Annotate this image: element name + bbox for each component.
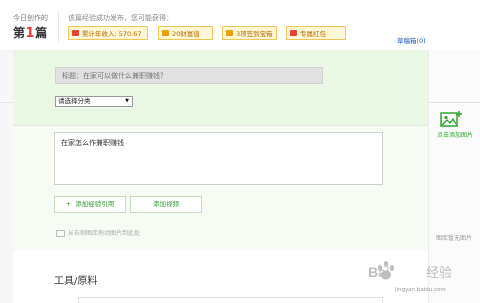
upload-hint: 从右侧图库拖动图片到此处 bbox=[56, 228, 140, 237]
category-select[interactable]: 请选择分类 ▼ bbox=[55, 96, 133, 107]
money-bag-icon bbox=[72, 30, 79, 36]
reward-income-label: 累计年收入: 570.67 bbox=[82, 30, 142, 38]
watermark-url: jingyan.baidu.com bbox=[395, 287, 446, 293]
treasure-box-icon bbox=[226, 30, 233, 36]
today-count-number: 1 bbox=[25, 26, 36, 41]
tools-input-box[interactable] bbox=[78, 297, 383, 303]
category-select-value: 请选择分类 bbox=[58, 97, 91, 105]
upload-hint-text: 从右侧图库拖动图片到此处 bbox=[68, 230, 141, 237]
add-video-label: 添加视频 bbox=[153, 200, 179, 208]
add-video-button[interactable]: 添加视频 bbox=[130, 196, 202, 213]
reward-box-badge: 3项签到宝箱 bbox=[222, 26, 277, 40]
reward-intro: 该篇经验成功发布，您可能获得： bbox=[68, 14, 173, 22]
left-divider bbox=[0, 102, 13, 103]
intro-textarea[interactable]: 在家怎么作兼职赚钱 bbox=[54, 132, 383, 185]
watermark-brand-cn: 经验 bbox=[426, 265, 452, 281]
reward-redpacket-badge: 专属红包 bbox=[286, 26, 346, 40]
chevron-down-icon: ▼ bbox=[125, 98, 129, 104]
add-reference-label: 添加经验引用 bbox=[75, 200, 115, 208]
camera-icon bbox=[56, 230, 65, 237]
reward-box-label: 3项签到宝箱 bbox=[236, 30, 273, 38]
reward-redpacket-label: 专属红包 bbox=[300, 30, 326, 38]
today-count-suffix: 篇 bbox=[35, 26, 48, 40]
today-count: 第1篇 bbox=[13, 24, 48, 41]
coin-icon bbox=[162, 30, 169, 36]
image-library-divider bbox=[428, 102, 480, 103]
reward-coins-badge: 20财富值 bbox=[158, 26, 213, 40]
plus-icon: + bbox=[65, 200, 72, 208]
baidu-jingyan-watermark: Bai 经验 bbox=[368, 261, 452, 281]
add-reference-button[interactable]: + 添加经验引用 bbox=[54, 196, 126, 213]
red-packet-icon bbox=[290, 30, 297, 36]
draft-box-link[interactable]: 草稿箱(0) bbox=[397, 35, 426, 45]
today-count-prefix: 第 bbox=[13, 26, 26, 40]
add-image-link[interactable]: 点击添加图片 bbox=[432, 130, 478, 139]
title-input[interactable] bbox=[55, 67, 323, 84]
reward-income-badge: 累计年收入: 570.67 bbox=[68, 26, 148, 40]
editor-title-section bbox=[13, 50, 428, 125]
tools-section-title: 工具/原料 bbox=[54, 276, 98, 287]
no-image-text: 图库暂无图片 bbox=[435, 235, 472, 242]
today-label: 今日创作的 bbox=[13, 14, 48, 22]
left-gutter bbox=[0, 50, 13, 303]
watermark-brand: Bai bbox=[368, 264, 390, 280]
reward-coins-label: 20财富值 bbox=[172, 30, 200, 38]
editor-section-divider bbox=[13, 125, 428, 126]
add-image-icon[interactable] bbox=[440, 110, 462, 128]
intro-text: 在家怎么作兼职赚钱 bbox=[61, 139, 124, 147]
header-divider bbox=[58, 12, 59, 42]
